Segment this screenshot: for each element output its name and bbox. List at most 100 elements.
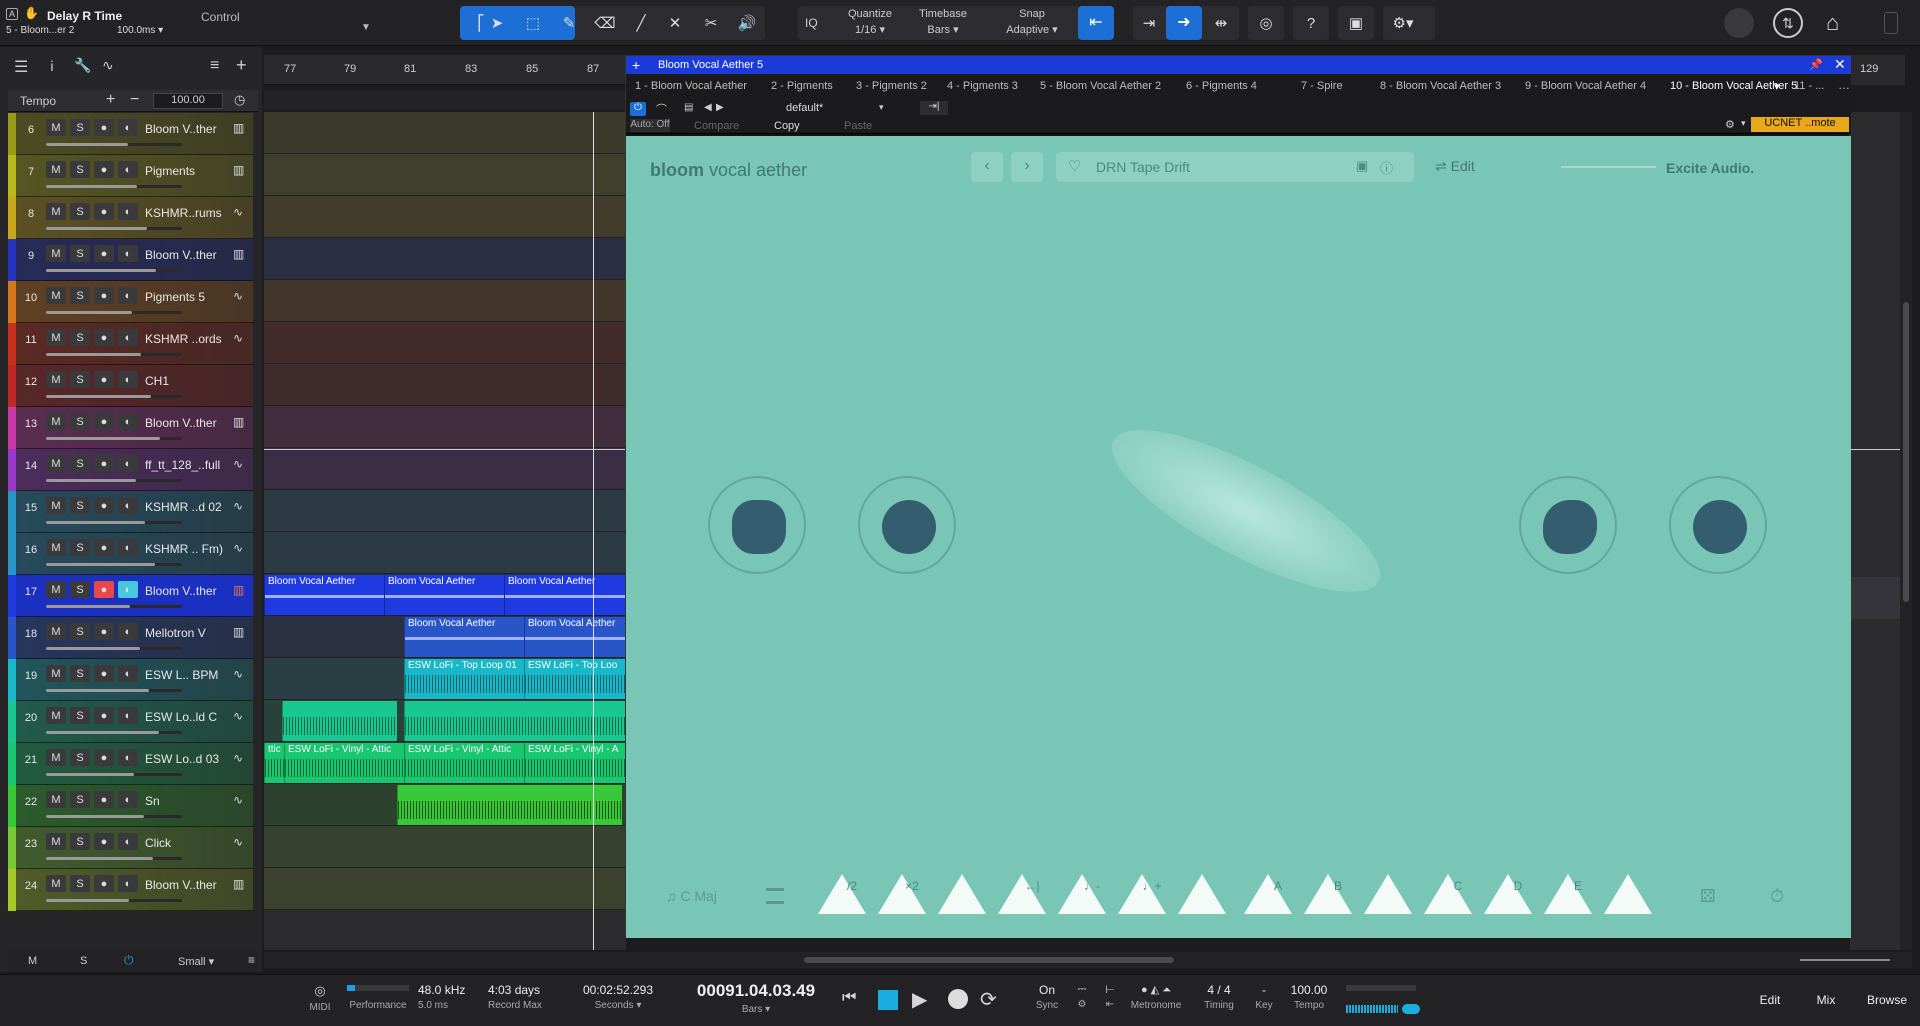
- mute-button[interactable]: M: [46, 161, 66, 178]
- monitor-toggle[interactable]: [1402, 1004, 1420, 1014]
- plugin-tab[interactable]: 11 - ...: [1794, 80, 1824, 92]
- solo-button[interactable]: S: [70, 455, 90, 472]
- solo-button[interactable]: S: [70, 371, 90, 388]
- track-name[interactable]: Pigments: [145, 164, 195, 178]
- timebase-value[interactable]: Bars ▾: [910, 23, 976, 36]
- track-header[interactable]: 12 M S ● ◐ CH1: [8, 365, 253, 407]
- record-button[interactable]: [948, 989, 968, 1009]
- autoscroll-icon[interactable]: ➜: [1166, 6, 1202, 40]
- automation-icon[interactable]: A: [6, 8, 18, 20]
- record-arm-button[interactable]: ●: [94, 455, 114, 472]
- home-icon[interactable]: ⌂: [1826, 10, 1839, 36]
- track-name[interactable]: Pigments 5: [145, 290, 205, 304]
- preset-next-button[interactable]: ›: [1011, 152, 1043, 182]
- edit-button[interactable]: ⇌ Edit: [1435, 158, 1475, 175]
- compare-button[interactable]: Compare: [694, 120, 739, 132]
- track-lane[interactable]: [264, 280, 626, 322]
- volume-fader[interactable]: [46, 899, 182, 902]
- volume-fader[interactable]: [46, 311, 182, 314]
- solo-button[interactable]: S: [70, 245, 90, 262]
- solo-button[interactable]: S: [70, 539, 90, 556]
- tempo-value[interactable]: 100.00: [153, 93, 223, 109]
- volume-fader[interactable]: [46, 773, 182, 776]
- dice-icon[interactable]: ⚄: [1700, 886, 1716, 907]
- footer-size[interactable]: Small ▾: [178, 955, 214, 968]
- auto-off[interactable]: Auto: Off: [630, 119, 670, 132]
- plugin-tab[interactable]: 5 - Bloom Vocal Aether 2: [1040, 80, 1161, 92]
- plugin-tab[interactable]: 6 - Pigments 4: [1186, 80, 1257, 92]
- monitor-button[interactable]: ◐: [118, 791, 138, 808]
- mute-button[interactable]: M: [46, 791, 66, 808]
- tempo-clock-icon[interactable]: ◷: [234, 92, 245, 108]
- solo-button[interactable]: S: [70, 875, 90, 892]
- monitor-button[interactable]: ◐: [118, 161, 138, 178]
- volume-fader[interactable]: [46, 353, 182, 356]
- track-header[interactable]: 7 M S ● ◐ Pigments ▥: [8, 155, 253, 197]
- footer-mute[interactable]: M: [28, 955, 37, 967]
- plugin-tab[interactable]: 2 - Pigments: [771, 80, 833, 92]
- track-name[interactable]: KSHMR..rums: [145, 206, 222, 220]
- tempo-display[interactable]: 100.00 Tempo: [1286, 983, 1332, 1011]
- split-tool-icon[interactable]: ✂: [696, 8, 726, 38]
- help-button[interactable]: ?: [1296, 8, 1326, 38]
- clip[interactable]: Bloom Vocal Aether: [404, 617, 524, 657]
- info-icon[interactable]: ⓘ: [1380, 158, 1393, 177]
- solo-button[interactable]: S: [70, 581, 90, 598]
- track-lane[interactable]: [264, 490, 626, 532]
- remote-badge[interactable]: UCNET ..mote: [1751, 117, 1849, 132]
- track-header[interactable]: 19 M S ● ◐ ESW L.. BPM ∿: [8, 659, 253, 701]
- track-header[interactable]: 10 M S ● ◐ Pigments 5 ∿: [8, 281, 253, 323]
- pencil-tool-icon[interactable]: ✎: [554, 8, 584, 38]
- track-name[interactable]: ff_tt_128_..full: [145, 458, 220, 472]
- clip[interactable]: Bloom Vocal Aether: [524, 617, 626, 657]
- track-header[interactable]: 6 M S ● ◐ Bloom V..ther ▥: [8, 113, 253, 155]
- arrange-area[interactable]: Bloom Vocal Aether Bloom Vocal Aether Bloo…: [264, 112, 626, 950]
- track-header[interactable]: 20 M S ● ◐ ESW Lo..ld C ∿: [8, 701, 253, 743]
- track-header[interactable]: 23 M S ● ◐ Click ∿: [8, 827, 253, 869]
- sync-toggle[interactable]: On Sync: [1032, 983, 1062, 1011]
- mute-button[interactable]: M: [46, 287, 66, 304]
- metronome-toggle[interactable]: ● ◭ ⏶ Metronome: [1124, 983, 1188, 1011]
- record-arm-button[interactable]: ●: [94, 161, 114, 178]
- record-arm-button[interactable]: ●: [94, 875, 114, 892]
- track-name[interactable]: Bloom V..ther: [145, 416, 217, 430]
- monitor-button[interactable]: ◐: [118, 245, 138, 262]
- preset-select[interactable]: default*: [786, 102, 886, 114]
- volume-fader[interactable]: [46, 521, 182, 524]
- mute-button[interactable]: M: [46, 119, 66, 136]
- save-icon[interactable]: ▣: [1356, 158, 1368, 174]
- snap-toggle-icon[interactable]: ⇤: [1078, 6, 1114, 40]
- track-name[interactable]: KSHMR ..d 02: [145, 500, 222, 514]
- track-name[interactable]: KSHMR .. Fm): [145, 542, 223, 556]
- footer-power-icon[interactable]: ⏻: [124, 953, 134, 968]
- inspector-icon[interactable]: ⅰ: [50, 58, 54, 75]
- mute-button[interactable]: M: [46, 497, 66, 514]
- mute-button[interactable]: M: [46, 371, 66, 388]
- track-lane[interactable]: [264, 322, 626, 364]
- monitor-button[interactable]: ◐: [118, 875, 138, 892]
- mute-button[interactable]: M: [46, 203, 66, 220]
- solo-button[interactable]: S: [70, 287, 90, 304]
- volume-fader[interactable]: [46, 185, 182, 188]
- mute-button[interactable]: M: [46, 749, 66, 766]
- plugin-tab[interactable]: 9 - Bloom Vocal Aether 4: [1525, 80, 1646, 92]
- monitor-button[interactable]: ◐: [118, 371, 138, 388]
- param-track-sub[interactable]: 5 - Bloom...er 2: [6, 25, 74, 36]
- monitor-button[interactable]: ◐: [118, 749, 138, 766]
- track-lane[interactable]: [264, 532, 626, 574]
- solo-button[interactable]: S: [70, 119, 90, 136]
- sync-icon[interactable]: ⇅: [1773, 8, 1803, 38]
- range-tool-icon[interactable]: ⬚: [518, 8, 548, 38]
- track-lane[interactable]: [264, 196, 626, 238]
- mute-button[interactable]: M: [46, 623, 66, 640]
- mute-button[interactable]: M: [46, 707, 66, 724]
- grid-settings-icon[interactable]: ⚙▾: [1388, 8, 1418, 38]
- solo-button[interactable]: S: [70, 497, 90, 514]
- loop-icon[interactable]: ⟳: [980, 987, 997, 1012]
- h-scroll-thumb[interactable]: [804, 957, 1174, 963]
- record-arm-button[interactable]: ●: [94, 581, 114, 598]
- layers-icon[interactable]: [766, 888, 784, 904]
- solo-button[interactable]: S: [70, 707, 90, 724]
- paste-button[interactable]: Paste: [844, 120, 872, 132]
- track-lane[interactable]: [264, 868, 626, 910]
